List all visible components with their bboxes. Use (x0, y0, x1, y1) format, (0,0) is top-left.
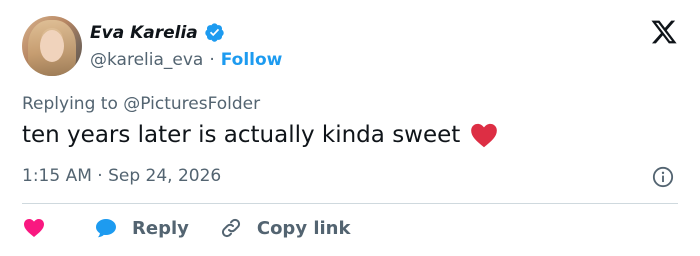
avatar-face (40, 30, 64, 62)
replying-to-label: Replying to @PicturesFolder (22, 94, 261, 114)
tweet-body: ten years later is actually kinda sweet (22, 122, 498, 148)
author-handle[interactable]: @karelia_eva (90, 50, 203, 70)
author-display-name[interactable]: Eva Karelia (90, 23, 198, 43)
reply-bubble-icon (96, 219, 116, 238)
tweet-timestamp[interactable]: 1:15 AM · Sep 24, 2026 (22, 166, 221, 186)
divider (22, 203, 678, 204)
follow-button[interactable]: Follow (221, 50, 283, 70)
avatar[interactable] (22, 16, 82, 76)
heart-icon (24, 219, 44, 237)
link-icon (221, 218, 240, 238)
author-name-row: Eva Karelia (90, 22, 225, 43)
action-bar: Reply Copy link (22, 216, 350, 240)
handle-separator: · (209, 50, 215, 70)
like-button[interactable] (22, 216, 46, 240)
info-icon[interactable] (652, 166, 674, 188)
tweet-text: ten years later is actually kinda sweet (22, 122, 461, 148)
red-heart-emoji (471, 123, 498, 148)
reply-button[interactable]: Reply (94, 216, 189, 240)
copy-link-button[interactable]: Copy link (219, 216, 351, 240)
copy-link-label: Copy link (256, 217, 351, 239)
x-logo-icon[interactable] (650, 18, 678, 46)
reply-label: Reply (132, 217, 189, 239)
author-handle-row: @karelia_eva · Follow (90, 50, 282, 70)
verified-badge-icon (205, 23, 224, 42)
